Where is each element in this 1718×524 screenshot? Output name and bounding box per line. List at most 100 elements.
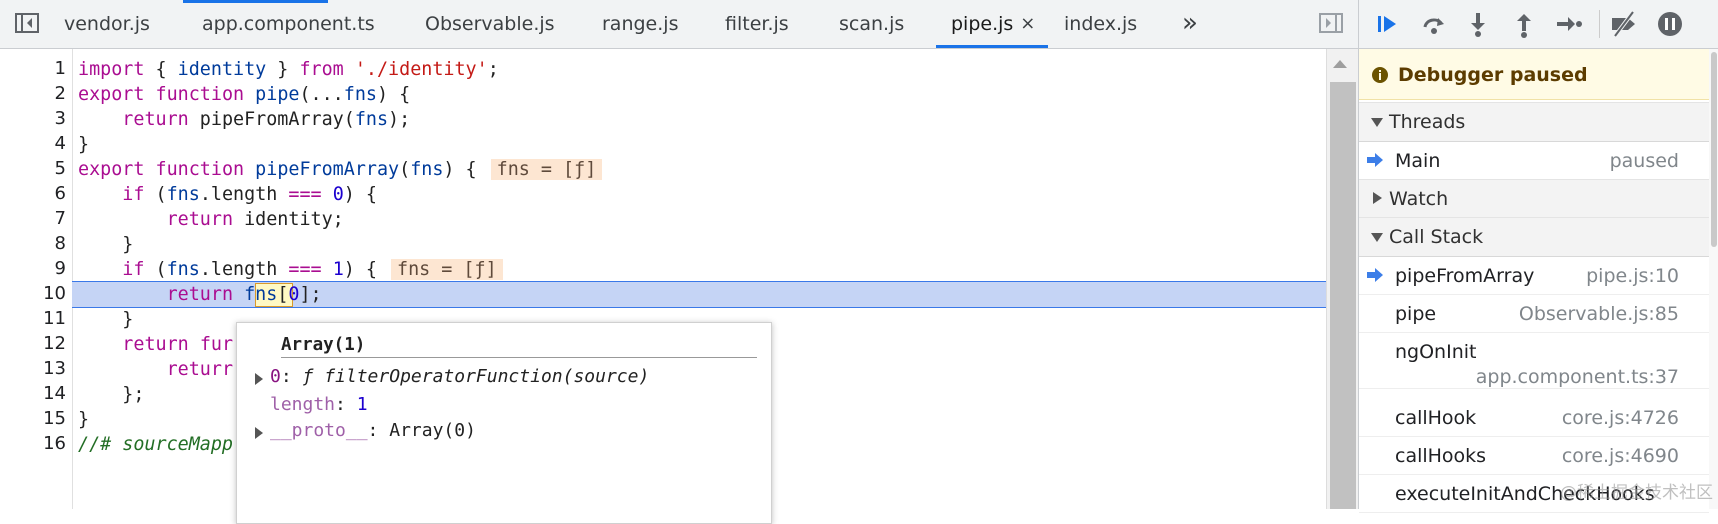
code-line-11: }	[78, 309, 134, 330]
line-number[interactable]: 3	[6, 108, 66, 129]
step-icon[interactable]	[1553, 9, 1583, 39]
property-value: ƒ filterOperatorFunction(source)	[302, 366, 650, 387]
property-key: 0	[270, 366, 281, 387]
deactivate-breakpoints-icon[interactable]	[1609, 9, 1639, 39]
property-value: 1	[356, 394, 368, 415]
popover-divider	[281, 357, 757, 358]
toggle-debugger-icon[interactable]	[1316, 8, 1346, 38]
code-line-13: returr	[166, 359, 234, 380]
inline-value: fns = [ƒ]	[490, 159, 603, 180]
popover-title: Array(1)	[281, 335, 366, 355]
thread-name: Main	[1395, 150, 1441, 172]
section-threads[interactable]: Threads	[1359, 102, 1709, 142]
code-line-1: import { identity } from './identity';	[78, 59, 499, 80]
toolbar-divider	[1599, 10, 1600, 38]
expand-arrow-icon[interactable]	[255, 427, 263, 439]
debugger-paused-banner: Debugger paused	[1359, 49, 1709, 100]
popover-property-row[interactable]: 0: ƒ filterOperatorFunction(source)	[270, 366, 649, 387]
tab-label: vendor.js	[64, 13, 150, 35]
thread-row[interactable]: Main paused	[1359, 141, 1709, 180]
property-key: __proto__	[270, 420, 368, 441]
line-number[interactable]: 7	[6, 208, 66, 229]
tab-filter-js[interactable]: filter.js	[725, 0, 789, 48]
line-number[interactable]: 15	[6, 408, 66, 429]
resume-icon[interactable]	[1373, 9, 1403, 39]
code-line-8: }	[78, 234, 134, 255]
tab-label: scan.js	[839, 13, 905, 35]
debugger-sidebar: Debugger paused Threads Main paused Watc…	[1358, 0, 1718, 513]
property-key: length	[270, 394, 336, 415]
line-number[interactable]: 9	[6, 258, 66, 279]
tab-label: app.component.ts	[202, 13, 375, 35]
collapse-arrow-icon	[1371, 118, 1383, 127]
editor-tab-bar: vendor.js app.component.ts Observable.js…	[0, 0, 1358, 49]
frame-function: pipe	[1395, 303, 1437, 325]
thread-status: paused	[1609, 150, 1679, 172]
section-call-stack[interactable]: Call Stack	[1359, 217, 1709, 257]
code-line-12: return fur	[122, 334, 234, 355]
sidebar-scrollbar-thumb[interactable]	[1711, 52, 1717, 247]
call-frame-row[interactable]: callHooks core.js:4690	[1359, 436, 1709, 475]
line-number[interactable]: 14	[6, 383, 66, 404]
code-line-5: export function pipeFromArray(fns) {fns …	[78, 157, 603, 182]
line-number[interactable]: 10	[6, 283, 66, 304]
code-line-15: }	[78, 409, 90, 430]
call-frame-row[interactable]: ngOnInit app.component.ts:37	[1359, 332, 1709, 389]
tab-vendor-js[interactable]: vendor.js	[64, 0, 150, 48]
tab-app-component-ts[interactable]: app.component.ts	[202, 0, 375, 48]
line-number[interactable]: 2	[6, 83, 66, 104]
frame-location: core.js:4726	[1561, 407, 1679, 429]
popover-property-row[interactable]: __proto__: Array(0)	[270, 420, 476, 441]
frame-function: ngOnInit	[1395, 341, 1477, 363]
frame-function: callHooks	[1395, 445, 1487, 467]
object-preview-popover: Array(1) 0: ƒ filterOperatorFunction(sou…	[236, 322, 772, 524]
close-tab-icon[interactable]: ×	[1020, 0, 1035, 48]
current-thread-arrow-icon	[1367, 153, 1383, 167]
inline-value: fns = [ƒ]	[391, 259, 503, 280]
frame-function: callHook	[1395, 407, 1477, 429]
code-line-14: };	[78, 384, 145, 405]
tab-label: pipe.js	[951, 13, 1014, 35]
frame-location: Observable.js:85	[1518, 303, 1679, 325]
section-watch[interactable]: Watch	[1359, 179, 1709, 219]
tab-pipe-js[interactable]: pipe.js ×	[935, 0, 1049, 48]
line-number[interactable]: 13	[6, 358, 66, 379]
tab-index-js[interactable]: index.js	[1064, 0, 1137, 48]
pause-on-exceptions-icon[interactable]	[1655, 9, 1685, 39]
tab-observable-js[interactable]: Observable.js	[425, 0, 555, 48]
tab-scan-js[interactable]: scan.js	[839, 0, 904, 48]
scroll-up-arrow-icon[interactable]	[1333, 60, 1347, 68]
expand-arrow-icon[interactable]	[255, 373, 263, 385]
call-frame-row[interactable]: pipe Observable.js:85	[1359, 294, 1709, 333]
step-into-icon[interactable]	[1463, 9, 1493, 39]
line-number[interactable]: 8	[6, 233, 66, 254]
toggle-navigator-icon[interactable]	[12, 8, 42, 38]
code-line-2: export function pipe(...fns) {	[78, 84, 411, 105]
call-frame-row[interactable]: callHook core.js:4726	[1359, 398, 1709, 437]
tab-label: index.js	[1064, 13, 1138, 35]
line-number[interactable]: 6	[6, 183, 66, 204]
more-tabs-icon[interactable]: »	[1182, 0, 1198, 48]
line-number[interactable]: 5	[6, 158, 66, 179]
line-number[interactable]: 12	[6, 333, 66, 354]
section-title: Call Stack	[1389, 226, 1484, 248]
frame-location: app.component.ts:37	[1475, 366, 1679, 388]
section-title: Threads	[1389, 111, 1466, 133]
line-number[interactable]: 1	[6, 58, 66, 79]
code-line-10: return fns[0];	[166, 284, 322, 305]
line-number[interactable]: 11	[6, 308, 66, 329]
popover-property-row: length: 1	[270, 394, 368, 415]
line-number-gutter[interactable]: 1 2 3 4 5 6 7 8 9 10 11 12 13 14 15 16	[0, 49, 73, 509]
debugger-toolbar	[1359, 0, 1718, 49]
tab-label: Observable.js	[425, 13, 555, 35]
watermark: @稀土掘金技术社区	[1560, 483, 1713, 503]
tab-range-js[interactable]: range.js	[602, 0, 678, 48]
step-out-icon[interactable]	[1509, 9, 1539, 39]
line-number[interactable]: 16	[6, 433, 66, 454]
paused-message: Debugger paused	[1398, 64, 1588, 86]
call-frame-row[interactable]: pipeFromArray pipe.js:10	[1359, 256, 1709, 295]
editor-scrollbar-thumb[interactable]	[1330, 82, 1356, 509]
frame-function: pipeFromArray	[1395, 265, 1535, 287]
line-number[interactable]: 4	[6, 133, 66, 154]
step-over-icon[interactable]	[1419, 9, 1449, 39]
